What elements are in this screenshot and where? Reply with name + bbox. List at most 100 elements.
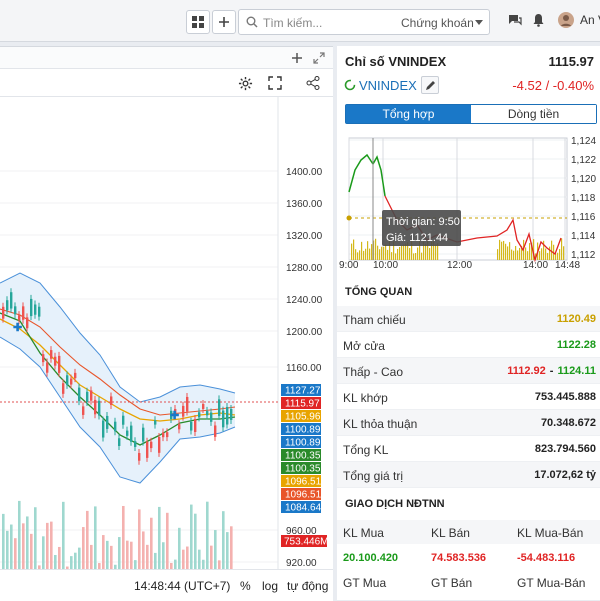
candle-body	[66, 375, 69, 385]
avatar[interactable]	[558, 12, 574, 28]
candle-body	[82, 406, 85, 415]
row-value: 70.348.672	[540, 417, 596, 429]
row-label: KL khớp	[343, 391, 388, 405]
candle-body	[114, 421, 117, 432]
candle-body	[26, 317, 29, 329]
volume-bar	[511, 249, 513, 260]
volume-bar	[102, 535, 105, 569]
volume-bar	[359, 250, 361, 260]
volume-bar	[30, 533, 33, 569]
volume-bar	[122, 505, 125, 569]
grid-layout-button[interactable]	[186, 10, 210, 34]
chart-tooltip: Thời gian: 9:50 Giá: 1121.44	[382, 210, 461, 246]
search-icon	[246, 16, 258, 28]
volume-bar	[507, 246, 509, 260]
user-name[interactable]: An V	[580, 13, 600, 27]
price-tag-label: 1096.51	[285, 490, 322, 501]
volume-bar	[74, 552, 77, 569]
volume-bar	[383, 246, 385, 260]
reference-marker	[346, 215, 352, 221]
candle-body	[54, 356, 57, 366]
intraday-chart[interactable]: 1,1241,1221,1201,1181,1161,1141,1129:00 1…	[337, 130, 600, 270]
volume-bar	[549, 246, 551, 260]
volume-bar	[10, 524, 13, 569]
candle-body	[10, 292, 13, 309]
volume-bar	[369, 248, 371, 260]
volume-bar	[34, 507, 37, 569]
candle-body	[70, 378, 73, 385]
tab-summary[interactable]: Tổng hợp	[346, 105, 471, 123]
row-value: 1122.28	[556, 339, 596, 351]
candle-body	[202, 404, 205, 409]
candle-body	[182, 405, 185, 417]
fullscreen-icon[interactable]	[268, 76, 282, 90]
volume-bar	[425, 243, 427, 260]
row-value: 17.072,62 tỷ	[534, 469, 596, 481]
row-total-value: Tổng giá trị 17.072,62 tỷ	[337, 462, 600, 488]
volume-bar	[94, 506, 97, 569]
edit-symbol-button[interactable]	[421, 76, 439, 94]
candle-body	[126, 430, 129, 436]
refresh-icon[interactable]	[344, 79, 356, 91]
volume-bar	[399, 246, 401, 260]
search-box[interactable]: Tìm kiếm... Chứng khoán	[238, 9, 490, 35]
volume-bar	[387, 249, 389, 260]
add-button[interactable]	[212, 10, 236, 34]
signal-marker: ✚	[170, 410, 179, 422]
volume-bar	[377, 245, 379, 260]
volume-bar	[405, 243, 407, 260]
mini-x-label: 12:00	[447, 260, 472, 270]
price-chart[interactable]: ✚ ✚ 1400.00 1360.00 1320.00 1280.00 1240.00 12…	[0, 97, 333, 569]
symbol-label[interactable]: VNINDEX	[359, 78, 417, 93]
volume-bar	[371, 244, 373, 260]
volume-bar	[525, 247, 527, 260]
price-tag-label: 1100.89	[285, 425, 321, 436]
volume-bar	[415, 253, 417, 260]
volume-bar	[78, 547, 81, 569]
chat-icon[interactable]	[508, 13, 522, 27]
volume-bar	[397, 248, 399, 260]
volume-bar	[46, 522, 49, 569]
gear-icon[interactable]	[238, 76, 253, 91]
search-input[interactable]: Tìm kiếm...	[263, 16, 322, 30]
tab-money-flow[interactable]: Dòng tiền	[471, 105, 596, 123]
plus-icon[interactable]	[291, 52, 303, 64]
percent-scale-toggle[interactable]: %	[240, 579, 251, 593]
candle-body	[118, 438, 121, 446]
expand-icon[interactable]	[313, 52, 325, 64]
candle-body	[130, 425, 133, 442]
volume-bar	[130, 541, 133, 569]
auto-scale-toggle[interactable]: tự động	[287, 579, 328, 593]
candle-body	[226, 406, 229, 425]
candle-body	[86, 391, 89, 402]
foreign-sell-volume: 74.583.536	[431, 552, 487, 564]
volume-bar	[214, 530, 217, 569]
bell-icon[interactable]	[532, 13, 545, 27]
candle-body	[14, 306, 17, 315]
volume-bar	[351, 243, 353, 260]
volume-bar	[355, 249, 357, 260]
row-label: Tham chiếu	[343, 313, 406, 327]
candle-body	[122, 415, 125, 425]
mini-x-label: 10:00	[373, 260, 398, 270]
volume-bar	[106, 540, 109, 569]
signal-marker: ✚	[13, 322, 22, 334]
search-scope-select[interactable]: Chứng khoán	[401, 16, 474, 30]
price-line-up	[348, 153, 386, 197]
volume-bar	[395, 253, 397, 260]
mini-x-label: 14:00	[523, 260, 548, 270]
volume-bar	[190, 504, 193, 569]
clock-label: 14:48:44 (UTC+7)	[134, 579, 231, 593]
overview-title: TỔNG QUAN	[345, 286, 413, 298]
volume-bar	[210, 545, 213, 569]
price-axis-label: 1200.00	[286, 327, 323, 338]
volume-bar	[126, 540, 129, 569]
volume-bar	[401, 245, 403, 260]
log-scale-toggle[interactable]: log	[262, 579, 278, 593]
candle-body	[166, 432, 169, 438]
volume-bar	[527, 251, 529, 260]
share-icon[interactable]	[306, 76, 320, 90]
volume-bar	[561, 238, 563, 260]
volume-bar	[529, 243, 531, 260]
volume-bar	[50, 521, 53, 569]
